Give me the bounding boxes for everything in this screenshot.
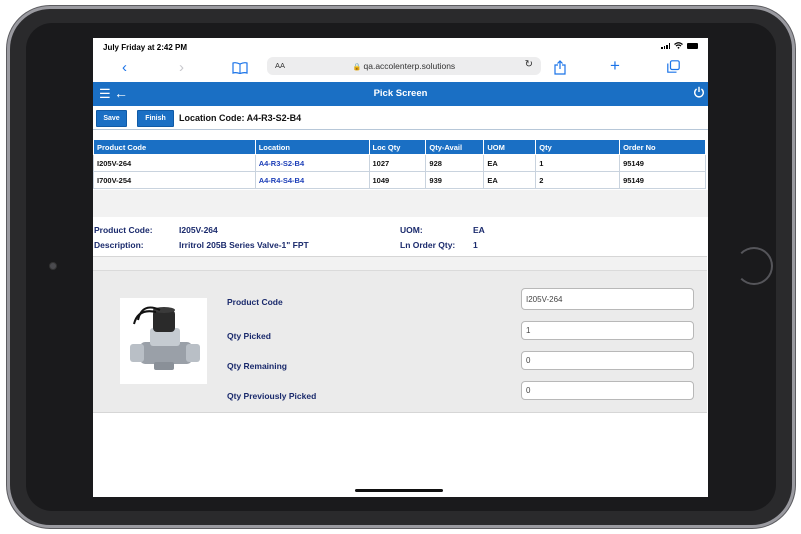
pick-table: Product Code Location Loc Qty Qty-Avail …	[93, 139, 706, 189]
cell-qty-avail: 928	[425, 154, 485, 172]
browser-toolbar: ‹ › AA 🔒 qa.accolenterp.solutions ↻ +	[93, 55, 708, 82]
cell-product-code: I205V-264	[93, 154, 256, 172]
table-header-row: Product Code Location Loc Qty Qty-Avail …	[93, 139, 706, 155]
uom-value: EA	[473, 225, 485, 235]
wifi-icon	[674, 42, 683, 49]
table-row[interactable]: I700V-254 A4-R4-S4-B4 1049 939 EA 2 9514…	[93, 171, 706, 189]
url-text: qa.accolenterp.solutions	[363, 61, 456, 71]
back-chevron-icon[interactable]: ‹	[122, 59, 127, 77]
finish-button[interactable]: Finish	[137, 110, 174, 127]
status-time: July Friday at 2:42 PM	[103, 43, 188, 52]
cell-loc-qty: 1049	[368, 171, 427, 189]
lock-icon: 🔒	[352, 64, 362, 71]
qty-picked-label: Qty Picked	[227, 331, 271, 341]
column-header-location[interactable]: Location	[254, 139, 370, 155]
bookmarks-icon[interactable]	[232, 62, 248, 74]
status-icons	[661, 42, 698, 49]
action-toolbar: Save Finish Location Code: A4-R3-S2-B4	[93, 108, 708, 130]
share-icon[interactable]	[554, 60, 566, 75]
pick-form-panel: Product Code Qty Picked Qty Remaining Qt…	[93, 256, 707, 413]
cell-qty: 1	[535, 154, 621, 172]
reload-icon[interactable]: ↻	[525, 59, 533, 70]
side-ring-icon	[735, 247, 773, 285]
cell-order-no: 95149	[619, 154, 706, 172]
new-tab-plus-icon[interactable]: +	[610, 57, 620, 75]
panel-header	[93, 257, 707, 271]
description-value: Irritrol 205B Series Valve-1" FPT	[179, 240, 309, 250]
cell-order-no: 95149	[619, 171, 706, 189]
qty-picked-input[interactable]	[521, 321, 694, 340]
page-title: Pick Screen	[373, 88, 428, 99]
table-footer-area	[93, 190, 708, 217]
product-code-input[interactable]	[521, 288, 694, 310]
address-bar[interactable]: AA 🔒 qa.accolenterp.solutions ↻	[267, 57, 541, 75]
qty-remaining-label: Qty Remaining	[227, 361, 287, 371]
cell-location-link[interactable]: A4-R4-S4-B4	[254, 171, 370, 189]
column-header-product-code[interactable]: Product Code	[93, 139, 256, 155]
uom-label: UOM:	[400, 225, 423, 235]
battery-icon	[687, 42, 698, 49]
save-button[interactable]: Save	[96, 110, 127, 127]
qty-previously-picked-input[interactable]	[521, 381, 694, 400]
app-header: ☰ ← Pick Screen	[93, 82, 708, 106]
home-indicator[interactable]	[355, 489, 443, 492]
cell-uom: EA	[483, 154, 537, 172]
product-code-value: I205V-264	[179, 225, 218, 235]
product-code-label: Product Code:	[94, 225, 153, 235]
column-header-qty-avail[interactable]: Qty-Avail	[425, 139, 485, 155]
ln-order-qty-label: Ln Order Qty:	[400, 240, 456, 250]
power-icon[interactable]	[693, 86, 705, 98]
column-header-order-no[interactable]: Order No	[619, 139, 706, 155]
column-header-uom[interactable]: UOM	[483, 139, 537, 155]
cell-product-code: I700V-254	[93, 171, 256, 189]
tabs-icon[interactable]	[667, 60, 680, 73]
cell-qty: 2	[535, 171, 621, 189]
camera-dot	[49, 262, 57, 270]
product-image	[120, 298, 207, 384]
column-header-loc-qty[interactable]: Loc Qty	[368, 139, 427, 155]
column-header-qty[interactable]: Qty	[535, 139, 621, 155]
cell-qty-avail: 939	[425, 171, 485, 189]
cell-loc-qty: 1027	[368, 154, 427, 172]
forward-chevron-icon[interactable]: ›	[179, 59, 184, 77]
description-label: Description:	[94, 240, 144, 250]
ln-order-qty-value: 1	[473, 240, 478, 250]
cell-uom: EA	[483, 171, 537, 189]
qty-remaining-input[interactable]	[521, 351, 694, 370]
location-code-label: Location Code: A4-R3-S2-B4	[179, 113, 302, 123]
screen: July Friday at 2:42 PM ‹ › AA 🔒 qa.accole…	[93, 38, 708, 497]
product-code-field-label: Product Code	[227, 297, 283, 307]
valve-image	[130, 306, 200, 370]
signal-icon	[661, 42, 670, 49]
cell-location-link[interactable]: A4-R3-S2-B4	[254, 154, 370, 172]
status-bar: July Friday at 2:42 PM	[93, 38, 708, 56]
qty-previously-picked-label: Qty Previously Picked	[227, 391, 317, 401]
table-row[interactable]: I205V-264 A4-R3-S2-B4 1027 928 EA 1 9514…	[93, 154, 706, 172]
